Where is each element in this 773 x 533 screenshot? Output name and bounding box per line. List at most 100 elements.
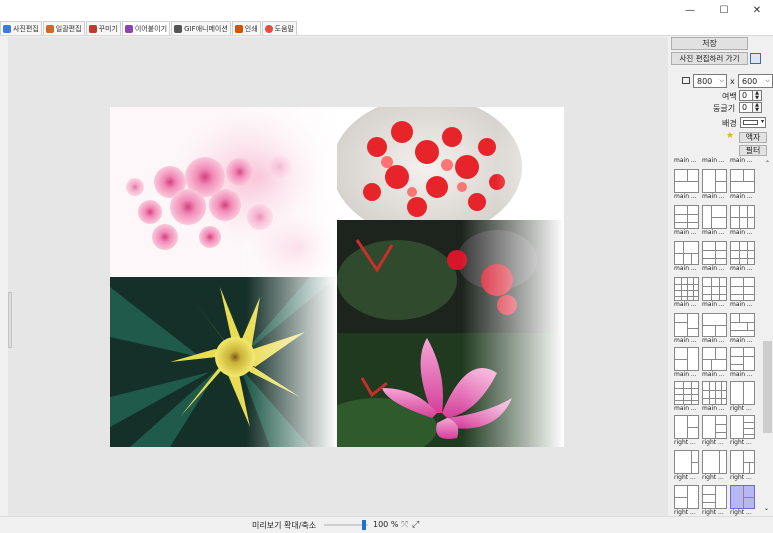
spinner-arrows-icon[interactable]: ▲ ▼ xyxy=(752,102,762,113)
help-icon xyxy=(264,24,273,33)
save-button[interactable]: 저장 xyxy=(671,37,748,50)
zoom-slider-thumb[interactable] xyxy=(362,520,366,530)
full-screen-icon[interactable]: ⤢ xyxy=(412,520,419,530)
layout-thumb[interactable]: main ... xyxy=(702,277,727,308)
layout-thumb[interactable]: main ... xyxy=(674,381,699,412)
margin-label: 여백 xyxy=(722,92,737,101)
decorate-icon xyxy=(88,24,97,33)
layout-thumb[interactable]: main ... xyxy=(674,313,699,344)
background-color-picker[interactable]: ▾ xyxy=(740,117,766,128)
layout-thumb[interactable]: main ... xyxy=(702,347,727,378)
layout-thumb[interactable]: main ... xyxy=(674,277,699,308)
margin-spinner[interactable]: 0 ▲ ▼ xyxy=(739,90,762,101)
chevron-down-icon[interactable]: ⌄ xyxy=(764,505,769,512)
frame-button[interactable]: 액자 xyxy=(739,132,767,143)
photo-edit-icon xyxy=(3,24,11,33)
photo-cell-dark-red-flowers[interactable] xyxy=(337,220,564,333)
background-label: 배경 xyxy=(722,119,737,128)
layout-thumb[interactable]: right ... xyxy=(702,450,727,481)
chevron-down-icon: ⌵ xyxy=(765,77,770,84)
spinner-arrows-icon[interactable]: ▲ ▼ xyxy=(752,90,762,101)
layout-thumb[interactable]: main ... xyxy=(674,169,699,200)
photo-cell-yellow-flower[interactable] xyxy=(110,277,337,447)
zoom-label: 미리보기 확대/축소 xyxy=(252,521,317,530)
chevron-down-icon: ⌵ xyxy=(719,77,724,84)
gif-icon xyxy=(174,24,183,33)
batch-edit-icon xyxy=(45,24,54,33)
layout-thumb[interactable]: main ... xyxy=(702,381,727,412)
layout-thumb[interactable]: main ... xyxy=(730,313,755,344)
layout-thumb[interactable]: main ... xyxy=(702,241,727,272)
tab-photo-edit[interactable]: 사진편집 xyxy=(0,21,42,35)
width-select[interactable]: 800 ⌵ xyxy=(693,74,727,88)
chevron-up-icon[interactable]: ⌃ xyxy=(765,160,770,167)
minimize-button[interactable]: — xyxy=(673,0,707,20)
layout-thumb[interactable]: main ... xyxy=(702,313,727,344)
title-bar: — ☐ ✕ xyxy=(0,0,773,20)
pink-lotus-photo xyxy=(337,333,564,447)
layout-thumb[interactable]: main ... xyxy=(730,347,755,378)
red-flowers-photo xyxy=(337,107,564,220)
layout-thumb[interactable]: main ... xyxy=(674,241,699,272)
tab-bar: 사진편집 일괄편집 꾸미기 이어붙이기 GIF애니메이션 인쇄 도움말 xyxy=(0,20,773,36)
yellow-flower-photo xyxy=(110,277,337,447)
layout-gallery[interactable]: main ... main ... main ... main ... main… xyxy=(672,157,762,517)
go-to-photo-edit-button[interactable]: 사진 편집하러 가기 xyxy=(671,52,748,65)
layout-thumb[interactable]: main ... xyxy=(730,169,755,200)
size-separator: x xyxy=(730,77,735,86)
layout-list-icon[interactable] xyxy=(750,53,761,64)
chevron-down-icon: ▾ xyxy=(760,118,764,125)
layout-thumb[interactable]: right ... xyxy=(730,415,755,446)
preview-canvas[interactable] xyxy=(8,37,668,516)
layout-thumb[interactable]: main ... xyxy=(730,241,755,272)
zoom-value: 100 % xyxy=(373,520,399,529)
dark-red-flowers-photo xyxy=(337,220,564,333)
filter-button[interactable]: 필터 xyxy=(739,145,767,156)
maximize-button[interactable]: ☐ xyxy=(707,0,741,20)
tab-collage[interactable]: 이어붙이기 xyxy=(121,21,171,35)
tab-decorate[interactable]: 꾸미기 xyxy=(85,21,121,35)
layout-thumb[interactable]: main ... xyxy=(702,205,727,236)
collage-icon xyxy=(124,24,133,33)
status-bar: 미리보기 확대/축소 100 % ⤧ ⤢ xyxy=(0,516,773,533)
color-swatch xyxy=(743,120,758,125)
layout-thumb[interactable]: right ... xyxy=(702,485,727,516)
layout-thumb[interactable]: main ... xyxy=(730,205,755,236)
scrollbar-thumb[interactable] xyxy=(763,341,772,433)
layout-thumb[interactable]: main ... xyxy=(702,157,727,164)
tab-help[interactable]: 도움말 xyxy=(261,21,297,35)
layout-thumb[interactable]: main ... xyxy=(730,277,755,308)
photo-cell-pink-blossoms[interactable] xyxy=(110,107,337,277)
layout-thumb[interactable]: right ... xyxy=(730,450,755,481)
layout-thumb[interactable]: right ... xyxy=(674,415,699,446)
tab-print[interactable]: 인쇄 xyxy=(231,21,261,35)
photo-cell-pink-lotus[interactable] xyxy=(337,333,564,447)
pink-blossom-photo xyxy=(110,107,337,277)
layout-thumb[interactable]: main ... xyxy=(674,157,699,164)
star-icon: ★ xyxy=(726,131,735,141)
round-label: 둥글기 xyxy=(713,104,736,113)
round-spinner[interactable]: 0 ▲ ▼ xyxy=(739,102,762,113)
tab-batch-edit[interactable]: 일괄편집 xyxy=(42,21,85,35)
panel-splitter-handle[interactable] xyxy=(8,292,12,348)
zoom-slider-fill xyxy=(324,524,362,526)
layout-thumb-selected[interactable]: right ... xyxy=(730,485,755,516)
layout-thumb[interactable]: main ... xyxy=(674,347,699,378)
layout-thumb[interactable]: right ... xyxy=(674,450,699,481)
layout-thumb[interactable]: right ... xyxy=(674,485,699,516)
gallery-scrollbar[interactable]: ⌃ ⌄ xyxy=(762,157,773,517)
photo-cell-red-flowers[interactable] xyxy=(337,107,564,220)
layout-thumb[interactable]: main ... xyxy=(730,157,755,164)
print-icon xyxy=(234,24,243,33)
layout-thumb[interactable]: main ... xyxy=(674,205,699,236)
layout-thumb[interactable]: main ... xyxy=(702,169,727,200)
layout-thumb[interactable]: right ... xyxy=(730,381,755,412)
layout-thumb[interactable]: right ... xyxy=(702,415,727,446)
height-select[interactable]: 600 ⌵ xyxy=(738,74,773,88)
tab-gif-animation[interactable]: GIF애니메이션 xyxy=(171,21,231,35)
canvas-size-icon xyxy=(682,77,690,84)
zoom-slider-track[interactable] xyxy=(324,520,368,530)
fit-to-window-icon[interactable]: ⤧ xyxy=(401,520,408,530)
close-button[interactable]: ✕ xyxy=(740,0,773,20)
collage-preview[interactable] xyxy=(110,107,564,447)
